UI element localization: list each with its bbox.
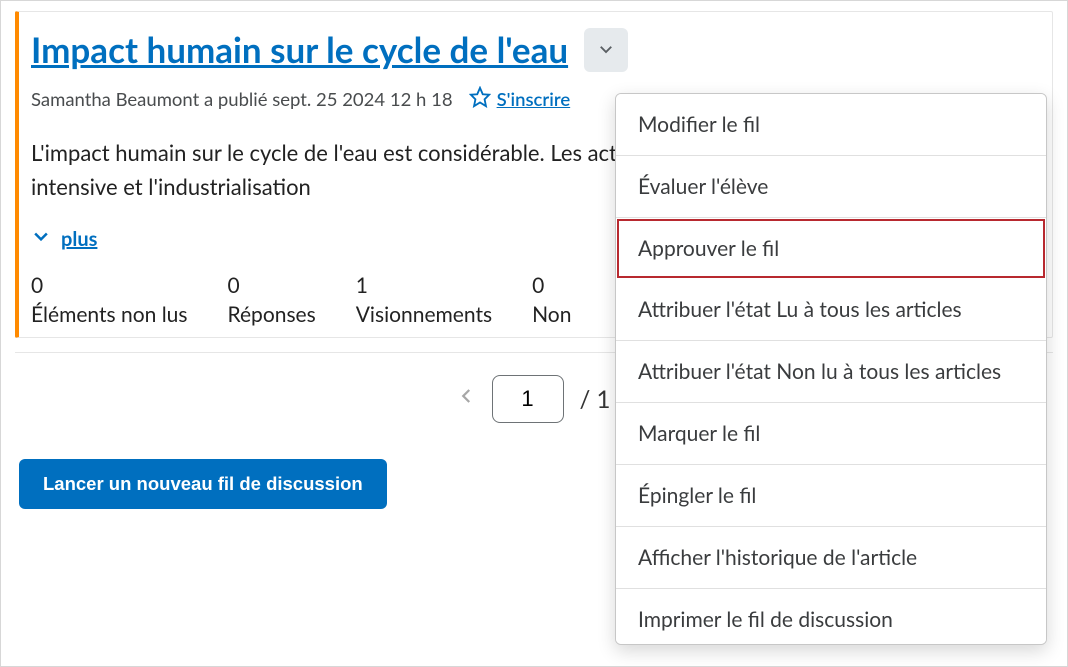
stat-label: Non xyxy=(532,302,571,327)
more-label: plus xyxy=(61,227,97,251)
menu-item-approve-thread[interactable]: Approuver le fil xyxy=(616,218,1046,279)
star-icon xyxy=(469,86,491,112)
page-number-input[interactable] xyxy=(492,375,564,423)
context-menu: Modifier le fil Évaluer l'élève Approuve… xyxy=(615,93,1047,645)
stat-label: Éléments non lus xyxy=(31,302,187,327)
menu-item-print-thread[interactable]: Imprimer le fil de discussion xyxy=(616,589,1046,644)
subscribe-link[interactable]: S'inscrire xyxy=(469,86,571,112)
menu-item-pin-thread[interactable]: Épingler le fil xyxy=(616,465,1046,527)
page-total: / 1 xyxy=(580,385,611,414)
title-row: Impact humain sur le cycle de l'eau xyxy=(31,28,1042,72)
menu-item-view-history[interactable]: Afficher l'historique de l'article xyxy=(616,527,1046,589)
stat-views: 1 Visionnements xyxy=(356,273,492,327)
stat-value: 0 xyxy=(532,273,571,298)
stat-label: Réponses xyxy=(227,302,315,327)
chevron-down-icon xyxy=(597,40,615,61)
author-line: Samantha Beaumont a publié sept. 25 2024… xyxy=(31,88,453,110)
stat-non: 0 Non xyxy=(532,273,571,327)
menu-item-edit-thread[interactable]: Modifier le fil xyxy=(616,94,1046,156)
expand-more-link[interactable]: plus xyxy=(31,226,97,251)
subscribe-label: S'inscrire xyxy=(497,88,571,110)
stat-value: 1 xyxy=(356,273,492,298)
app-frame: Impact humain sur le cycle de l'eau Sama… xyxy=(0,0,1068,667)
context-menu-scroll[interactable]: Modifier le fil Évaluer l'élève Approuve… xyxy=(616,94,1046,644)
thread-title[interactable]: Impact humain sur le cycle de l'eau xyxy=(31,30,568,70)
stat-value: 0 xyxy=(227,273,315,298)
stat-unread: 0 Éléments non lus xyxy=(31,273,187,327)
stat-label: Visionnements xyxy=(356,302,492,327)
menu-item-flag-thread[interactable]: Marquer le fil xyxy=(616,403,1046,465)
menu-item-mark-all-read[interactable]: Attribuer l'état Lu à tous les articles xyxy=(616,279,1046,341)
thread-actions-toggle[interactable] xyxy=(584,28,628,72)
menu-item-mark-all-unread[interactable]: Attribuer l'état Non lu à tous les artic… xyxy=(616,341,1046,403)
new-thread-button[interactable]: Lancer un nouveau fil de discussion xyxy=(19,459,387,509)
menu-item-grade-student[interactable]: Évaluer l'élève xyxy=(616,156,1046,218)
stat-replies: 0 Réponses xyxy=(227,273,315,327)
chevron-down-icon xyxy=(31,226,51,251)
prev-page-button[interactable] xyxy=(458,383,476,415)
stat-value: 0 xyxy=(31,273,187,298)
chevron-left-icon xyxy=(458,386,476,415)
